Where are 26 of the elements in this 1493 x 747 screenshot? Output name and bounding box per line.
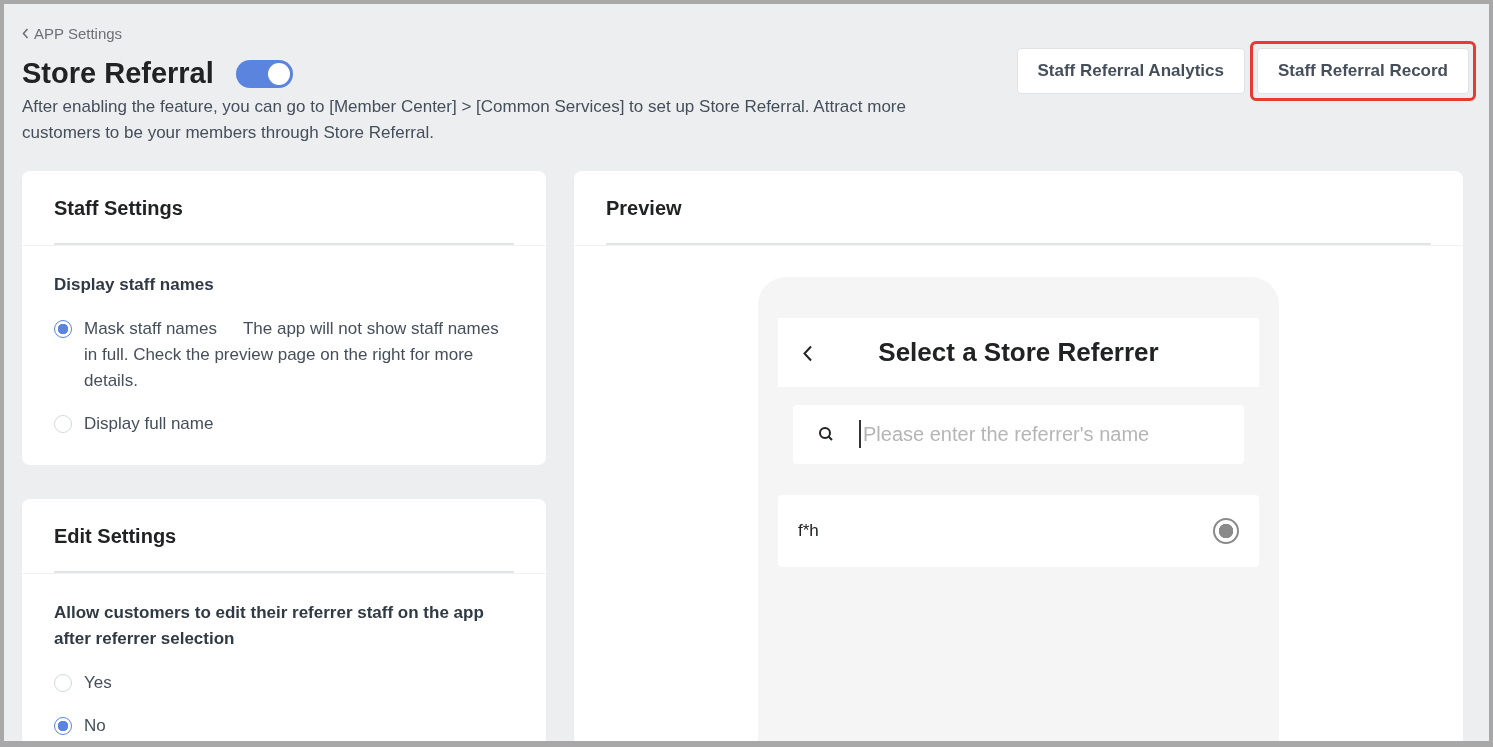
back-icon[interactable] <box>802 345 814 362</box>
setting-label: Allow customers to edit their referrer staff on the app after referrer selection <box>54 602 485 650</box>
action-button[interactable]: Staff Referral Record <box>1256 48 1469 94</box>
search-icon <box>818 426 834 442</box>
option-label[interactable]: Mask staff names The app will not show staff names in full. Check the preview page on the right for more details. <box>84 316 514 394</box>
radio-button[interactable] <box>1213 518 1239 544</box>
referrer-name: f*h <box>798 521 819 541</box>
page-description: After enabling the feature, you can go to [Member Center] > [Common Services] to set up Store Referral. Attract more customers to be your members through Store Referral. <box>22 96 907 144</box>
radio-button[interactable] <box>54 320 72 338</box>
page-title: Store Referral <box>22 57 214 90</box>
chevron-left-icon <box>22 28 29 39</box>
radio-button[interactable] <box>54 717 72 735</box>
option-label[interactable]: Display full name <box>84 411 214 437</box>
option-label[interactable]: No <box>84 713 106 739</box>
referrer-item[interactable]: f*h <box>778 495 1259 567</box>
feature-toggle[interactable] <box>235 59 293 88</box>
option-label[interactable]: Yes <box>84 670 112 696</box>
card-title: Preview <box>606 196 682 220</box>
action-button[interactable]: Staff Referral Analytics <box>1016 48 1245 94</box>
setting-label: Display staff names <box>54 274 215 296</box>
app-title: Select a Store Referrer <box>878 337 1159 368</box>
card-title: Edit Settings <box>54 524 177 548</box>
search-field[interactable]: Please enter the referrer's name <box>793 405 1244 464</box>
back-link[interactable]: APP Settings <box>22 25 123 42</box>
card-title: Staff Settings <box>54 196 183 220</box>
text-cursor <box>859 420 861 448</box>
